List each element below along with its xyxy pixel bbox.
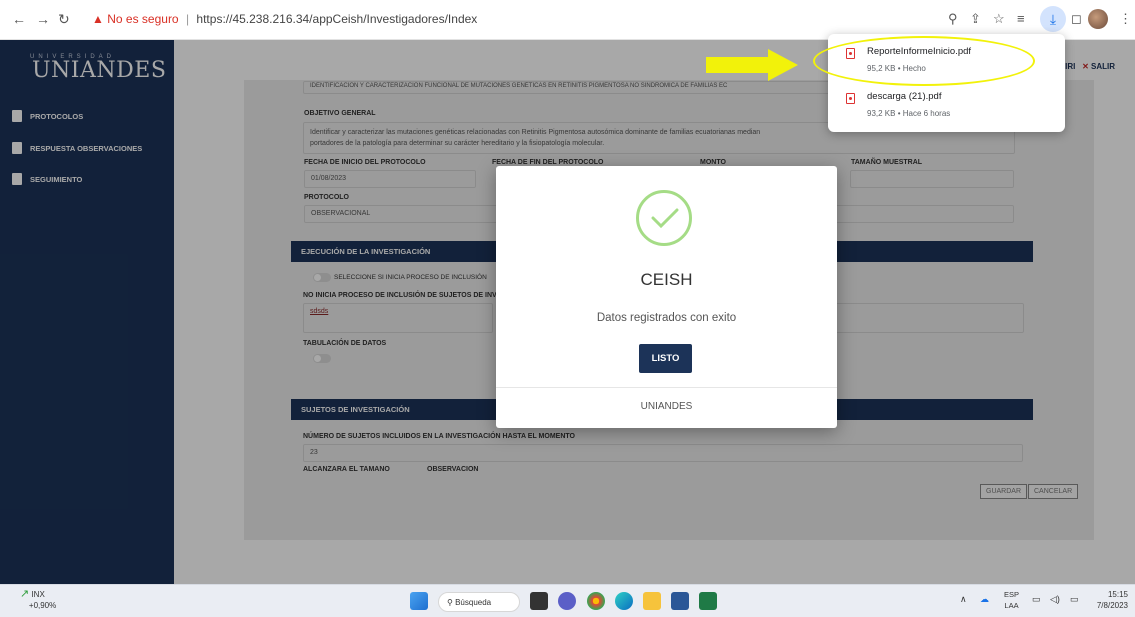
side-panel-icon[interactable]: ◻ [1071, 11, 1082, 27]
menu-dots-icon[interactable]: ⋮ [1119, 11, 1132, 27]
stock-name: INX [31, 590, 45, 599]
share-icon[interactable]: ⇪ [970, 11, 981, 27]
cloud-icon[interactable]: ☁ [980, 594, 989, 605]
url-text: https://45.238.216.34/appCeish/Investiga… [196, 12, 478, 26]
bookmark-star-icon[interactable]: ☆ [993, 11, 1005, 27]
success-check-icon [636, 190, 692, 246]
language-indicator[interactable]: ESP LAA [1004, 589, 1019, 611]
address-separator: | [185, 12, 190, 26]
reload-icon[interactable]: ↻ [58, 11, 70, 28]
language-code: ESP [1004, 590, 1020, 599]
download-item[interactable]: descarga (21).pdf 93,2 KB • Hace 6 horas [846, 91, 950, 118]
volume-icon[interactable]: ◁) [1050, 594, 1060, 605]
word-icon[interactable] [671, 592, 689, 610]
stock-change: +0,90% [28, 601, 57, 610]
dialog-title: CEISH [640, 270, 693, 289]
zoom-icon[interactable]: ⚲ [948, 11, 958, 27]
file-explorer-icon[interactable] [643, 592, 661, 610]
excel-icon[interactable] [699, 592, 717, 610]
chevron-up-icon[interactable]: ∧ [960, 594, 967, 605]
back-icon[interactable]: ← [12, 11, 26, 27]
highlight-ellipse [813, 36, 1035, 86]
task-view-icon[interactable] [530, 592, 548, 610]
download-filename: descarga (21).pdf [867, 91, 942, 102]
chat-icon[interactable] [558, 592, 576, 610]
search-label: Búsqueda [455, 598, 492, 607]
download-meta: 93,2 KB • Hace 6 horas [867, 109, 951, 118]
language-layout: LAA [1004, 601, 1019, 610]
network-icon[interactable]: ▭ [1032, 594, 1041, 605]
success-dialog: CEISH Datos registrados con exito LISTO … [496, 166, 837, 428]
forward-icon[interactable]: → [36, 11, 50, 27]
reading-list-icon[interactable]: ≡ [1017, 11, 1025, 26]
download-icon[interactable]: ⤓ [1040, 6, 1066, 32]
taskbar-search[interactable]: ⚲ Búsqueda [438, 592, 520, 612]
windows-start-icon[interactable] [410, 592, 428, 610]
profile-avatar[interactable] [1088, 9, 1108, 29]
chrome-icon[interactable] [587, 592, 605, 610]
clock-time: 15:15 [1107, 590, 1128, 599]
stock-widget[interactable]: ↗ INX +0,90% [20, 589, 56, 611]
clock-date: 7/8/2023 [1096, 601, 1128, 610]
pdf-icon [846, 93, 855, 104]
security-label: No es seguro [107, 12, 179, 26]
edge-icon[interactable] [615, 592, 633, 610]
address-bar[interactable]: ▲ No es seguro | https://45.238.216.34/a… [92, 12, 477, 26]
dialog-divider [496, 387, 837, 388]
dialog-message: Datos registrados con exito [596, 312, 737, 324]
taskbar: ↗ INX +0,90% ⚲ Búsqueda ∧ ☁ ESP LAA ▭ ◁)… [0, 584, 1135, 617]
clock[interactable]: 15:15 7/8/2023 [1088, 589, 1128, 611]
warning-icon: ▲ [92, 12, 104, 26]
trend-up-icon: ↗ [20, 588, 30, 600]
search-icon: ⚲ [447, 598, 453, 607]
listo-button[interactable]: LISTO [639, 344, 692, 373]
dialog-footer: UNIANDES [640, 401, 693, 412]
battery-icon[interactable]: ▭ [1070, 594, 1079, 605]
highlight-arrow-icon [706, 49, 798, 81]
